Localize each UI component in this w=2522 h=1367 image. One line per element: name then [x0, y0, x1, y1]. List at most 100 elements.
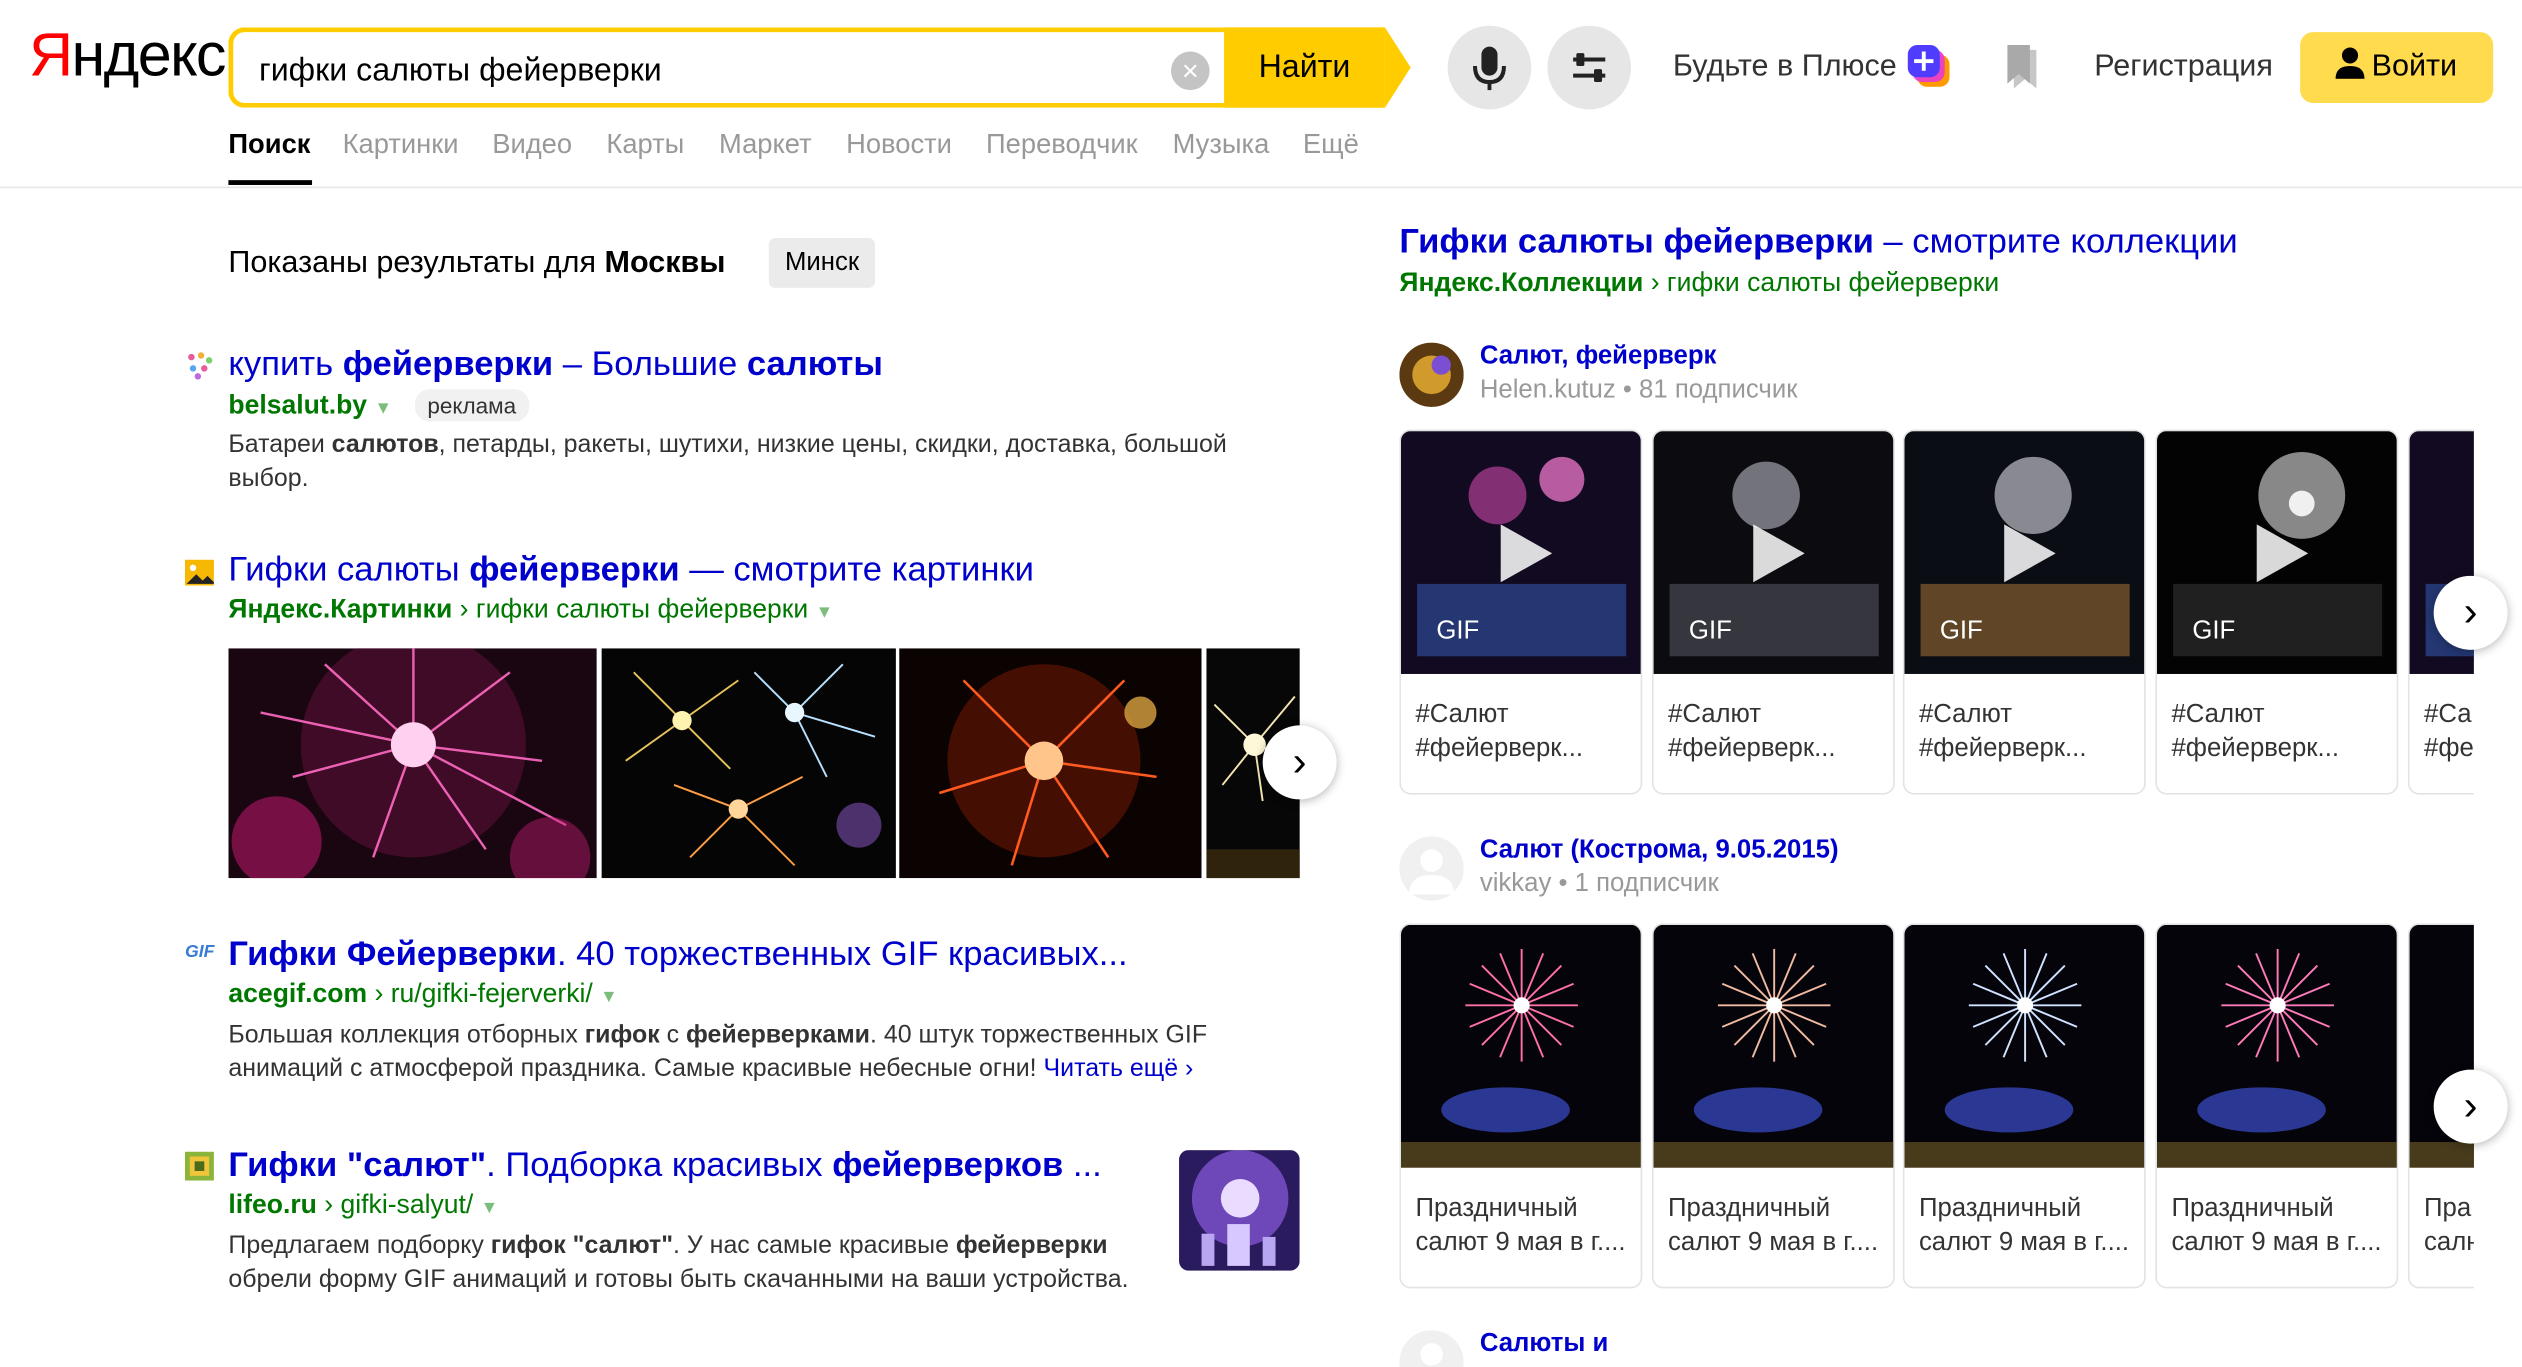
- avatar-placeholder-icon[interactable]: [1399, 1330, 1464, 1367]
- search-result: GIF Гифки Фейерверки. 40 торжественных G…: [185, 935, 1311, 1096]
- card-caption-line: Праздничный: [1668, 1195, 1831, 1223]
- tab-1[interactable]: Картинки: [343, 129, 459, 161]
- url-menu-icon[interactable]: ▼: [600, 988, 618, 1007]
- avatar-placeholder-icon[interactable]: [1399, 836, 1464, 901]
- card-thumbnail: [1401, 924, 1641, 1168]
- result-title-link[interactable]: купить фейерверки – Большие салюты: [228, 344, 882, 384]
- snippet-text: с: [659, 1021, 687, 1049]
- tab-7[interactable]: Музыка: [1173, 129, 1270, 161]
- snippet-highlight: "салют": [572, 1232, 674, 1260]
- firework-image[interactable]: [228, 648, 597, 879]
- url-domain: Яндекс.Картинки: [228, 595, 453, 625]
- tab-0[interactable]: Поиск: [228, 129, 310, 161]
- register-link[interactable]: Регистрация: [2094, 50, 2273, 85]
- login-button[interactable]: Войти: [2300, 32, 2494, 103]
- collection-card[interactable]: Праздничный салют 9 мая в г....: [1399, 923, 1643, 1289]
- images-next-button[interactable]: ›: [1262, 725, 1337, 800]
- collection-next-button[interactable]: ›: [2433, 575, 2508, 650]
- tab-2[interactable]: Видео: [492, 129, 572, 161]
- region-city: Москвы: [604, 246, 726, 280]
- tab-5[interactable]: Новости: [846, 129, 952, 161]
- card-caption-line: #фейерверк...: [2171, 735, 2340, 763]
- collection-card[interactable]: GIF #Салют #фейерверк...: [1651, 429, 1895, 795]
- card-thumbnail: [1653, 924, 1894, 1168]
- result-title-link[interactable]: Гифки салюты фейерверки — смотрите карти…: [228, 550, 1034, 590]
- gif-badge: GIF: [1939, 617, 1983, 646]
- result-url[interactable]: Яндекс.Картинки › гифки салюты фейерверк…: [228, 595, 833, 626]
- bookmark-icon[interactable]: [2004, 43, 2046, 91]
- collection-name-link[interactable]: Салют (Кострома, 9.05.2015): [1480, 836, 1839, 865]
- region-switch-button[interactable]: Минск: [768, 238, 876, 288]
- collection-card[interactable]: Праздничный салют 9 мая в г....: [1902, 923, 2146, 1289]
- card-caption: Праздничный салют 9 мая в г....: [1415, 1192, 1634, 1260]
- firework-image[interactable]: [601, 648, 896, 879]
- card-caption-line: салн: [2424, 1228, 2474, 1257]
- result-thumbnail[interactable]: [1179, 1150, 1300, 1271]
- collection-meta: Helen.kutuz • 81 подписчик: [1479, 376, 1798, 404]
- find-button[interactable]: Найти: [1224, 27, 1385, 108]
- firework-image[interactable]: [899, 648, 1202, 879]
- region-prefix: Показаны результаты для: [228, 246, 605, 280]
- result-url[interactable]: acegif.com › ru/gifki-fejerverki/ ▼: [228, 980, 617, 1011]
- tab-3[interactable]: Карты: [606, 129, 684, 161]
- play-icon: [1500, 524, 1553, 583]
- card-caption-line: #Салют: [1918, 701, 2012, 729]
- url-menu-icon[interactable]: ▼: [481, 1198, 499, 1217]
- collection-author[interactable]: vikkay: [1480, 870, 1552, 897]
- snippet-highlight: фейерверки: [955, 1232, 1108, 1260]
- url-menu-icon[interactable]: ▼: [816, 603, 834, 622]
- plus-icon[interactable]: [1907, 45, 1950, 87]
- title-highlight: Гифки Фейерверки: [228, 934, 557, 974]
- read-more-link[interactable]: Читать ещё ›: [1044, 1055, 1194, 1082]
- result-url[interactable]: lifeo.ru › gifki-salyut/ ▼: [228, 1190, 498, 1221]
- lifeo-favicon: [184, 1151, 214, 1181]
- voice-search-button[interactable]: [1447, 25, 1532, 110]
- title-highlight: Гифки салюты фейерверки: [1399, 221, 1874, 261]
- card-caption-line: #фейерверк...: [1918, 735, 2087, 763]
- collection-card[interactable]: GIF #Салют #фейерверк...: [2155, 429, 2399, 795]
- result-snippet: Предлагаем подборку гифок "салют". У нас…: [228, 1229, 1161, 1297]
- result-title-link[interactable]: Гифки "салют". Подборка красивых фейерве…: [228, 1145, 1101, 1185]
- tab-6[interactable]: Переводчик: [986, 129, 1138, 161]
- collection-author[interactable]: Helen.kutuz: [1480, 376, 1616, 403]
- collections-url[interactable]: Яндекс.Коллекции › гифки салюты фейервер…: [1399, 269, 1999, 300]
- snippet-text: [566, 1232, 573, 1259]
- collection-next-button[interactable]: ›: [2433, 1069, 2508, 1144]
- title-highlight: Гифки: [228, 1145, 347, 1184]
- url-separator: ›: [1650, 268, 1660, 298]
- collection-card[interactable]: Праздничный салют 9 мая в г....: [2155, 923, 2399, 1289]
- collection-card[interactable]: GIF #Салют #фейерверк...: [1902, 429, 2146, 795]
- yandex-logo[interactable]: Яндекс: [29, 23, 227, 92]
- clear-icon[interactable]: ×: [1170, 51, 1210, 91]
- result-snippet: Батареи салютов, петарды, ракеты, шутихи…: [228, 428, 1290, 496]
- card-caption-line: #Салют: [1668, 701, 1762, 729]
- collection-name-link[interactable]: Салюты и: [1480, 1330, 1608, 1359]
- search-settings-button[interactable]: [1547, 25, 1632, 110]
- tab-4[interactable]: Маркет: [719, 129, 812, 161]
- url-separator: ›: [324, 1190, 334, 1220]
- collections-title-link[interactable]: Гифки салюты фейерверки – смотрите колле…: [1399, 222, 2237, 262]
- url-domain: acegif.com: [228, 979, 368, 1009]
- card-caption: #Салют #фейерверк...: [1919, 698, 2138, 766]
- url-path: ru/gifki-fejerverki/: [390, 979, 593, 1009]
- snippet-text: . У нас самые красивые: [673, 1232, 956, 1260]
- search-input[interactable]: [255, 46, 1163, 95]
- collection-name-link[interactable]: Салют, фейерверк: [1480, 343, 1717, 372]
- login-label: Войти: [2371, 49, 2458, 84]
- card-caption: #Салют #фейерверк...: [1415, 698, 1634, 766]
- card-thumbnail: [1904, 924, 2145, 1168]
- sliders-icon: [1573, 53, 1606, 83]
- tab-8[interactable]: Ещё: [1303, 129, 1359, 161]
- title-highlight: фейерверков: [832, 1145, 1064, 1184]
- subscriber-count: 1 подписчик: [1574, 870, 1719, 898]
- url-menu-icon[interactable]: ▼: [374, 399, 392, 418]
- plus-link[interactable]: Будьте в Плюсе: [1673, 50, 1897, 85]
- result-title-link[interactable]: Гифки Фейерверки. 40 торжественных GIF к…: [228, 935, 1127, 975]
- collection-card[interactable]: GIF #Салют #фейерверк...: [1399, 429, 1643, 795]
- find-button-arrow: [1384, 27, 1411, 108]
- avatar[interactable]: [1399, 342, 1464, 407]
- card-caption-line: салют 9 мая в г....: [1415, 1228, 1626, 1257]
- collection-card[interactable]: Праздничный салют 9 мая в г....: [1651, 923, 1895, 1289]
- card-caption: Праздничный салют 9 мая в г....: [2171, 1192, 2390, 1260]
- result-url[interactable]: belsalut.by ▼ реклама: [228, 389, 530, 422]
